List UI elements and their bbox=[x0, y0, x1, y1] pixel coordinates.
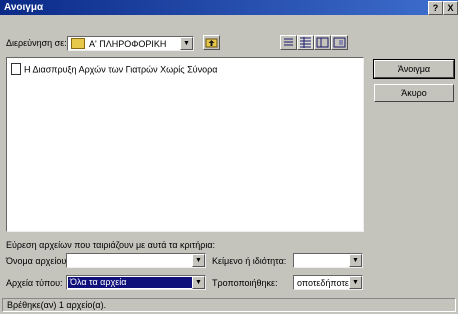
details-view-button[interactable] bbox=[297, 35, 314, 50]
lookin-value: Α' ΠΛΗΡΟΦΟΡΙΚΗ bbox=[89, 39, 167, 49]
criteria-heading: Εύρεση αρχείων που ταιριάζουν με αυτά τα… bbox=[6, 240, 216, 250]
details-view-icon bbox=[300, 37, 311, 48]
lookin-label: Διερεύνηση σε: bbox=[6, 38, 67, 48]
preview-view-button[interactable] bbox=[331, 35, 348, 50]
chevron-down-icon[interactable]: ▼ bbox=[180, 37, 193, 50]
file-list[interactable]: Η Διασπρυξη Αρχών των Γιατρών Χωρίς Σύνο… bbox=[6, 57, 364, 232]
folder-icon bbox=[71, 38, 85, 50]
status-text: Βρέθηκε(αν) 1 αρχείο(α). bbox=[7, 300, 107, 310]
list-view-icon bbox=[284, 38, 293, 46]
list-view-button[interactable] bbox=[280, 35, 297, 50]
lookin-combo[interactable]: Α' ΠΛΗΡΟΦΟΡΙΚΗ ▼ bbox=[67, 36, 194, 51]
status-bar: Βρέθηκε(αν) 1 αρχείο(α). bbox=[2, 298, 456, 312]
close-button[interactable]: X bbox=[443, 1, 458, 15]
modified-label: Τροποποιήθηκε: bbox=[212, 278, 278, 288]
chevron-down-icon[interactable]: ▼ bbox=[349, 254, 362, 267]
filename-input[interactable]: ▼ bbox=[66, 253, 206, 268]
title-bar: Ανοιγμα ? X bbox=[0, 0, 458, 15]
text-property-input[interactable]: ▼ bbox=[293, 253, 363, 268]
up-one-level-button[interactable] bbox=[203, 35, 220, 50]
help-button[interactable]: ? bbox=[428, 1, 443, 15]
list-item[interactable]: Η Διασπρυξη Αρχών των Γιατρών Χωρίς Σύνο… bbox=[11, 63, 218, 76]
window-title: Ανοιγμα bbox=[4, 2, 44, 13]
cancel-button[interactable]: Άκυρο bbox=[374, 84, 454, 102]
chevron-down-icon[interactable]: ▼ bbox=[192, 276, 205, 289]
document-icon bbox=[11, 63, 21, 75]
chevron-down-icon[interactable]: ▼ bbox=[349, 276, 362, 289]
chevron-down-icon[interactable]: ▼ bbox=[192, 254, 205, 267]
open-button[interactable]: Άνοιγμα bbox=[373, 59, 455, 79]
filetype-value: Όλα τα αρχεία bbox=[68, 277, 192, 288]
filetype-select[interactable]: Όλα τα αρχεία ▼ bbox=[66, 275, 206, 290]
modified-value: οποτεδήποτε bbox=[297, 278, 349, 288]
folder-up-icon bbox=[205, 38, 218, 48]
file-name: Η Διασπρυξη Αρχών των Γιατρών Χωρίς Σύνο… bbox=[24, 64, 218, 75]
filetype-label: Αρχεία τύπου: bbox=[6, 278, 63, 288]
text-property-label: Κείμενο ή ιδιότητα: bbox=[212, 256, 287, 266]
properties-view-button[interactable] bbox=[314, 35, 331, 50]
preview-view-icon bbox=[333, 37, 346, 48]
modified-select[interactable]: οποτεδήποτε ▼ bbox=[293, 275, 363, 290]
filename-label: Όνομα αρχείου: bbox=[6, 256, 69, 266]
properties-view-icon bbox=[316, 37, 329, 48]
open-dialog: Ανοιγμα ? X Διερεύνηση σε: Α' ΠΛΗΡΟΦΟΡΙΚ… bbox=[0, 0, 458, 314]
